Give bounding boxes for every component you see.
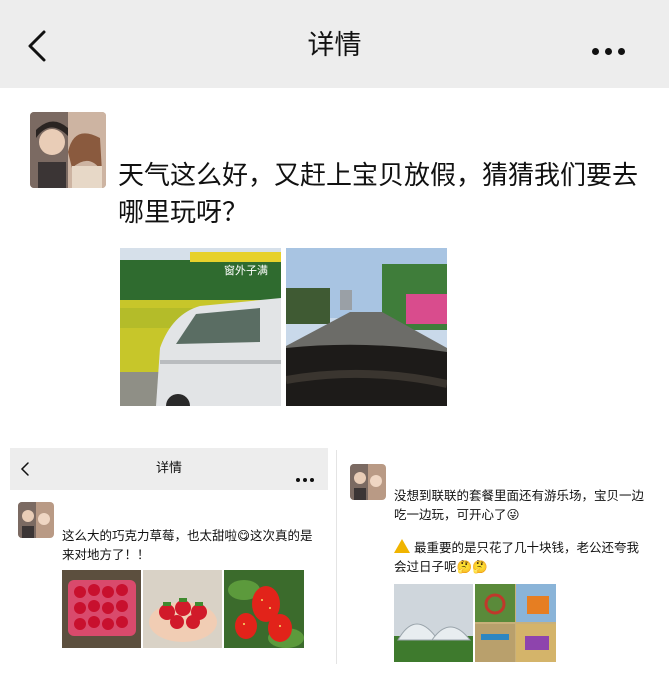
- page-title: 详情: [307, 30, 362, 61]
- warning-icon: [394, 539, 410, 553]
- embedded-post-text-1: 没想到联联的套餐里面还有游乐场，宝贝一边吃一边玩，可开心了😜: [394, 488, 645, 522]
- avatar: [350, 464, 386, 500]
- embedded-post-text-2: 最重要的是只花了几十块钱，老公还夸我会过日子呢🤔🤔: [394, 539, 640, 574]
- post-text: 天气这么好，又赶上宝贝放假，猜猜我们要去哪里玩呀？: [118, 161, 639, 228]
- embedded-post-text: 这么大的巧克力草莓，也太甜啦😋这次真的是来对地方了！！: [62, 528, 313, 562]
- road-trip-windshield-photo[interactable]: [286, 248, 447, 406]
- top-nav-bar: 详情: [0, 0, 669, 88]
- strawberry-basket-photo: [62, 570, 141, 648]
- more-dots-icon[interactable]: [592, 40, 632, 55]
- strawberries-on-plant-photo: [224, 570, 304, 648]
- strawberries-in-hands-photo: [143, 570, 222, 648]
- embedded-page-title: 详情: [155, 461, 182, 476]
- more-dots-icon: [296, 467, 326, 482]
- embedded-nav-bar: 详情: [10, 448, 328, 490]
- divider: [336, 450, 337, 664]
- avatar[interactable]: [30, 112, 106, 188]
- van-roadside-photo[interactable]: 窗外子满: [120, 248, 281, 406]
- avatar: [18, 502, 54, 538]
- photo-watermark: 窗外子满: [224, 264, 268, 277]
- playground-collage-photo: [475, 584, 556, 662]
- greenhouse-field-photo: [394, 584, 473, 662]
